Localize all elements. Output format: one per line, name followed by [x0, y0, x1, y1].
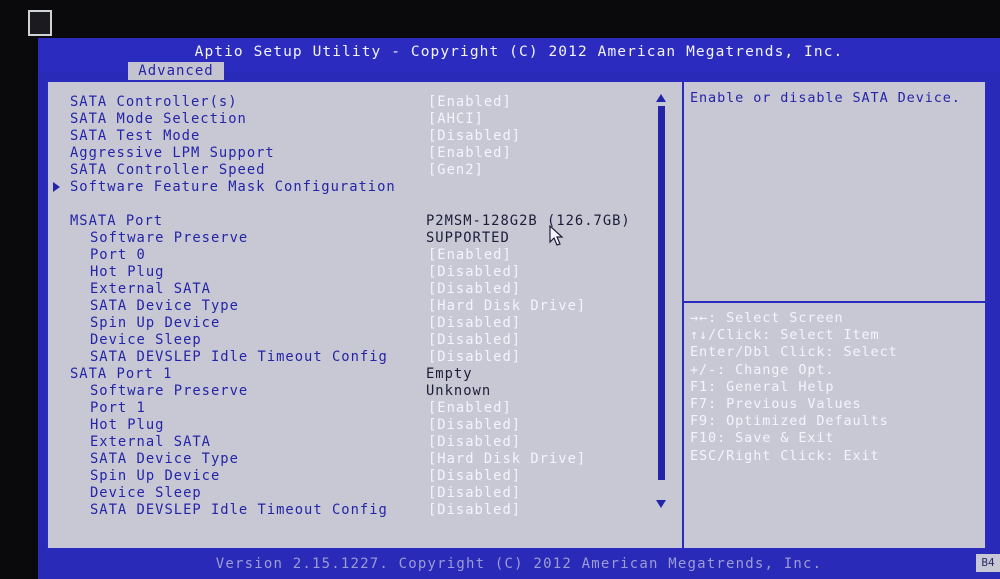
tab-advanced[interactable]: Advanced: [128, 62, 224, 80]
submenu-arrow-icon: [53, 182, 60, 192]
key-hint: ↑↓/Click: Select Item: [690, 327, 880, 344]
key-legend: →←: Select Screen ↑↓/Click: Select Item …: [690, 310, 990, 465]
setting-value[interactable]: [Disabled]: [428, 502, 521, 519]
setting-label: SATA Controller Speed: [70, 162, 266, 178]
setting-value[interactable]: [Disabled]: [428, 417, 521, 434]
info-label: SATA Port 1: [70, 366, 173, 382]
window-title: Aptio Setup Utility - Copyright (C) 2012…: [194, 44, 844, 60]
help-description: Enable or disable SATA Device.: [690, 90, 961, 106]
submenu-label: Software Feature Mask Configuration: [70, 179, 396, 195]
info-value: SUPPORTED: [426, 230, 510, 246]
setting-label: Port 0: [90, 247, 146, 263]
setting-label: Device Sleep: [90, 332, 202, 348]
help-divider: [684, 301, 985, 303]
setting-value[interactable]: [Disabled]: [428, 485, 521, 502]
setting-label: Spin Up Device: [90, 468, 221, 484]
setting-label: SATA Controller(s): [70, 94, 238, 110]
setting-label: SATA DEVSLEP Idle Timeout Config: [90, 349, 388, 365]
key-hint: +/-: Change Opt.: [690, 361, 835, 378]
info-label: Software Preserve: [90, 383, 249, 399]
setting-value[interactable]: [Hard Disk Drive]: [428, 451, 586, 468]
bios-screen: Aptio Setup Utility - Copyright (C) 2012…: [38, 38, 1000, 579]
setting-label: Hot Plug: [90, 264, 165, 280]
info-value: P2MSM-128G2B (126.7GB): [426, 213, 631, 229]
setting-value[interactable]: [Disabled]: [428, 128, 521, 145]
setting-value[interactable]: [Enabled]: [428, 94, 512, 111]
setting-label: External SATA: [90, 434, 211, 450]
key-hint: Enter/Dbl Click: Select: [690, 344, 898, 361]
info-label: MSATA Port: [70, 213, 164, 229]
key-hint: F10: Save & Exit: [690, 430, 835, 447]
settings-list: SATA Controller(s) [Enabled] SATA Mode S…: [48, 82, 678, 548]
version-text: Version 2.15.1227. Copyright (C) 2012 Am…: [215, 556, 823, 572]
setting-label: SATA Mode Selection: [70, 111, 247, 127]
info-value: Unknown: [426, 383, 492, 399]
help-panel: Enable or disable SATA Device. →←: Selec…: [684, 82, 985, 548]
setting-label: Port 1: [90, 400, 146, 416]
setting-value[interactable]: [Enabled]: [428, 400, 512, 417]
setting-value[interactable]: [AHCI]: [428, 111, 484, 128]
scroll-down-arrow-icon[interactable]: [656, 500, 666, 508]
setting-label: Device Sleep: [90, 485, 202, 501]
setting-value[interactable]: [Disabled]: [428, 332, 521, 349]
setting-value[interactable]: [Gen2]: [428, 162, 484, 179]
setting-value[interactable]: [Disabled]: [428, 315, 521, 332]
key-hint: →←: Select Screen: [690, 310, 844, 326]
setting-value[interactable]: [Disabled]: [428, 281, 521, 298]
setting-label: SATA DEVSLEP Idle Timeout Config: [90, 502, 388, 518]
setting-value[interactable]: [Disabled]: [428, 264, 521, 281]
key-hint: F7: Previous Values: [690, 396, 862, 413]
key-hint: F1: General Help: [690, 378, 835, 395]
setting-label: Hot Plug: [90, 417, 165, 433]
footer: Version 2.15.1227. Copyright (C) 2012 Am…: [38, 550, 1000, 579]
scrollbar-thumb[interactable]: [658, 106, 665, 480]
setting-value[interactable]: [Disabled]: [428, 434, 521, 451]
setting-label: Aggressive LPM Support: [70, 145, 275, 161]
setting-value[interactable]: [Disabled]: [428, 468, 521, 485]
setting-label: SATA Test Mode: [70, 128, 201, 144]
mouse-cursor-icon: [549, 225, 564, 246]
setting-value[interactable]: [Hard Disk Drive]: [428, 298, 586, 315]
setting-value[interactable]: [Disabled]: [428, 349, 521, 366]
setting-label: Spin Up Device: [90, 315, 221, 331]
post-code: B4: [976, 554, 1000, 572]
info-label: Software Preserve: [90, 230, 249, 246]
setting-value[interactable]: [Enabled]: [428, 145, 512, 162]
setting-label: SATA Device Type: [90, 298, 239, 314]
key-hint: ESC/Right Click: Exit: [690, 447, 880, 464]
scrollbar[interactable]: [653, 82, 669, 548]
setting-value[interactable]: [Enabled]: [428, 247, 512, 264]
setting-label: External SATA: [90, 281, 211, 297]
setting-label: SATA Device Type: [90, 451, 239, 467]
scroll-up-arrow-icon[interactable]: [656, 94, 666, 102]
monitor-bezel-corner: [28, 10, 52, 36]
main-panel: SATA Controller(s) [Enabled] SATA Mode S…: [46, 80, 987, 550]
info-value: Empty: [426, 366, 473, 382]
key-hint: F9: Optimized Defaults: [690, 413, 889, 430]
